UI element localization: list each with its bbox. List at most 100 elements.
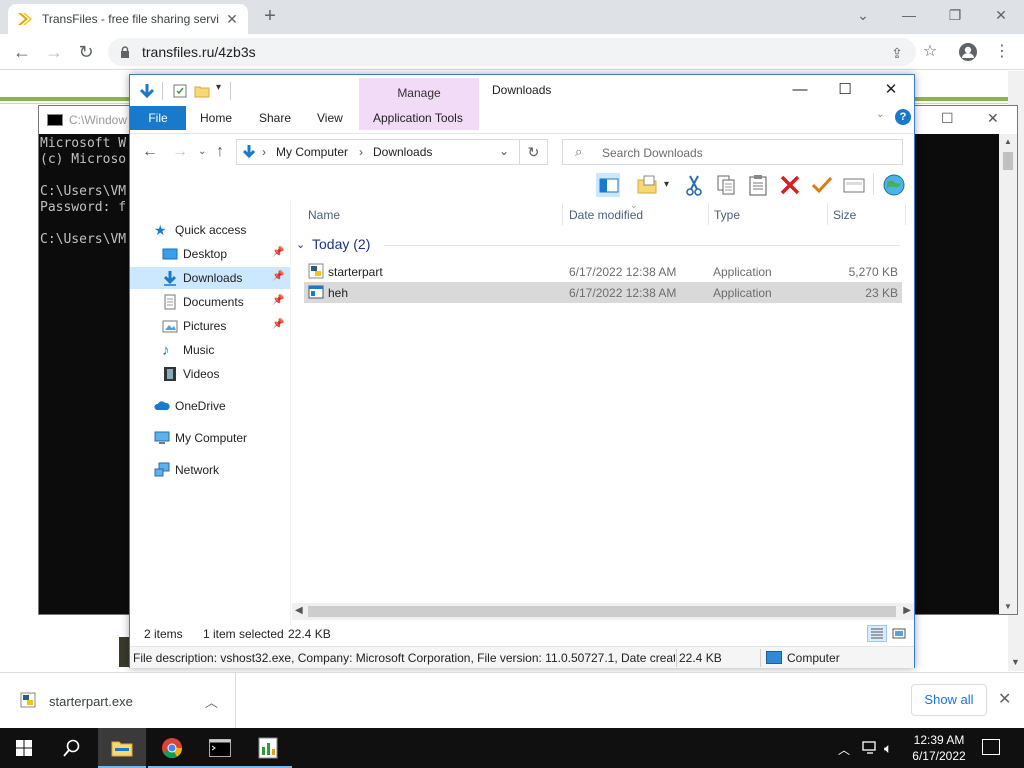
rename-check-icon[interactable]: [810, 173, 834, 197]
refresh-icon[interactable]: ↻: [519, 140, 547, 164]
help-icon[interactable]: ?: [895, 109, 911, 125]
reload-icon[interactable]: ↻: [74, 40, 98, 64]
volume-icon[interactable]: 🔈︎: [884, 740, 892, 757]
sidebar-item-onedrive[interactable]: OneDrive: [130, 395, 290, 417]
restore-icon[interactable]: ❐: [932, 0, 978, 30]
file-row-starterpart[interactable]: starterpart 6/17/2022 12:38 AM Applicati…: [304, 261, 902, 282]
recent-locations-chevron-icon[interactable]: ⌄: [198, 146, 206, 157]
cut-scissors-icon[interactable]: [682, 173, 706, 197]
column-header-name[interactable]: Name: [308, 208, 340, 222]
scroll-thumb[interactable]: [308, 606, 896, 617]
taskbar-chrome[interactable]: [148, 728, 196, 768]
minimize-icon[interactable]: —: [777, 75, 823, 105]
scroll-up-arrow-icon[interactable]: ▲: [1004, 137, 1012, 146]
maximize-icon[interactable]: ☐: [822, 75, 868, 105]
share-icon[interactable]: ⇪: [888, 44, 906, 62]
column-divider[interactable]: [562, 203, 563, 225]
up-arrow-icon[interactable]: ↑: [216, 143, 224, 161]
sidebar-item-desktop[interactable]: Desktop 📌: [130, 243, 290, 265]
pin-icon[interactable]: 📌: [272, 319, 284, 330]
tab-share[interactable]: Share: [259, 111, 291, 125]
cmd-maximize-icon[interactable]: ☐: [941, 110, 954, 127]
back-arrow-icon[interactable]: ←: [10, 40, 34, 64]
sidebar-item-pictures[interactable]: Pictures 📌: [130, 315, 290, 337]
bookmark-star-icon[interactable]: ☆: [918, 40, 942, 64]
column-divider[interactable]: [827, 203, 828, 225]
sidebar-item-network[interactable]: Network: [130, 459, 290, 481]
cmd-scroll-thumb[interactable]: [1003, 152, 1013, 170]
tab-home[interactable]: Home: [200, 111, 232, 125]
pane-splitter[interactable]: [290, 201, 291, 626]
scroll-down-arrow-icon[interactable]: ▼: [1011, 657, 1020, 667]
cmd-scrollbar[interactable]: ▲ ▼: [999, 134, 1017, 614]
forward-arrow-icon[interactable]: →: [172, 143, 188, 161]
pin-icon[interactable]: 📌: [272, 247, 284, 258]
chevron-up-icon[interactable]: ︿: [205, 692, 218, 711]
horizontal-scrollbar[interactable]: ◀ ▶: [292, 603, 914, 620]
tray-chevron-up-icon[interactable]: ︿: [838, 741, 850, 758]
notification-center-icon[interactable]: [982, 739, 1000, 755]
globe-icon[interactable]: [882, 173, 906, 197]
taskbar-file-explorer[interactable]: [98, 728, 146, 768]
sidebar-item-music[interactable]: ♪ Music: [130, 339, 290, 361]
search-button[interactable]: [48, 728, 96, 768]
sidebar-item-my-computer[interactable]: My Computer: [130, 427, 290, 449]
close-window-icon[interactable]: ✕: [978, 0, 1024, 30]
scroll-down-arrow-icon[interactable]: ▼: [1004, 602, 1012, 611]
dropdown-chevron-icon[interactable]: ▾: [664, 179, 669, 190]
column-divider[interactable]: [708, 203, 709, 225]
delete-x-icon[interactable]: [778, 173, 802, 197]
browser-tab[interactable]: TransFiles - free file sharing servi ✕: [8, 4, 248, 34]
breadcrumb-my-computer[interactable]: My Computer: [276, 145, 348, 159]
system-clock[interactable]: 12:39 AM 6/17/2022: [906, 732, 972, 764]
menu-kebab-icon[interactable]: ⋮: [990, 40, 1014, 64]
copy-icon[interactable]: [714, 173, 738, 197]
new-tab-button[interactable]: +: [258, 5, 282, 29]
address-dropdown-chevron-icon[interactable]: ⌄: [499, 144, 509, 158]
sidebar-item-downloads[interactable]: Downloads 📌: [130, 267, 290, 289]
properties-card-icon[interactable]: [842, 173, 866, 197]
group-header-today[interactable]: ⌄ Today (2): [296, 235, 902, 257]
profile-avatar-icon[interactable]: [956, 40, 980, 64]
column-header-date[interactable]: Date modified: [569, 208, 643, 222]
explorer-titlebar[interactable]: ▾ Manage Downloads — ☐ ✕: [130, 75, 914, 130]
breadcrumb[interactable]: › My Computer › Downloads ⌄ ↻: [236, 139, 548, 165]
show-all-button[interactable]: Show all: [911, 684, 987, 716]
start-button[interactable]: [0, 728, 48, 768]
file-row-heh[interactable]: heh 6/17/2022 12:38 AM Application 23 KB: [304, 282, 902, 303]
back-arrow-icon[interactable]: ←: [142, 143, 158, 161]
move-to-folder-icon[interactable]: [636, 173, 660, 197]
pin-icon[interactable]: 📌: [272, 295, 284, 306]
forward-arrow-icon[interactable]: →: [42, 40, 66, 64]
properties-icon[interactable]: [172, 82, 188, 100]
preview-pane-icon[interactable]: [596, 173, 620, 197]
tab-file[interactable]: File: [130, 106, 186, 130]
tab-application-tools[interactable]: Application Tools: [373, 111, 463, 125]
collapse-chevron-icon[interactable]: ⌄: [296, 238, 305, 251]
scroll-left-arrow-icon[interactable]: ◀: [295, 605, 303, 616]
download-arrow-icon[interactable]: [138, 82, 156, 100]
column-divider[interactable]: [905, 203, 906, 225]
expand-ribbon-chevron-icon[interactable]: ⌄: [876, 109, 884, 120]
address-bar[interactable]: transfiles.ru/4zb3s ⇪: [108, 38, 916, 66]
breadcrumb-downloads[interactable]: Downloads: [373, 145, 432, 159]
sidebar-item-documents[interactable]: Documents 📌: [130, 291, 290, 313]
large-icons-view-icon[interactable]: [889, 625, 909, 642]
close-tab-icon[interactable]: ✕: [224, 11, 240, 28]
paste-clipboard-icon[interactable]: [746, 173, 770, 197]
search-input[interactable]: ⌕ Search Downloads: [562, 139, 903, 165]
cmd-close-icon[interactable]: ✕: [987, 110, 999, 127]
network-tray-icon[interactable]: [862, 740, 880, 756]
close-icon[interactable]: ✕: [998, 689, 1011, 709]
taskbar-cmd[interactable]: [196, 728, 244, 768]
details-view-icon[interactable]: [867, 625, 887, 642]
close-window-icon[interactable]: ✕: [868, 75, 914, 105]
taskbar-app[interactable]: [244, 728, 292, 768]
pin-icon[interactable]: 📌: [272, 271, 284, 282]
download-item[interactable]: starterpart.exe ︿: [0, 673, 236, 729]
column-header-size[interactable]: Size: [833, 208, 856, 222]
sidebar-item-videos[interactable]: Videos: [130, 363, 290, 385]
column-header-type[interactable]: Type: [714, 208, 740, 222]
scroll-right-arrow-icon[interactable]: ▶: [903, 605, 911, 616]
minimize-icon[interactable]: —: [886, 0, 932, 30]
